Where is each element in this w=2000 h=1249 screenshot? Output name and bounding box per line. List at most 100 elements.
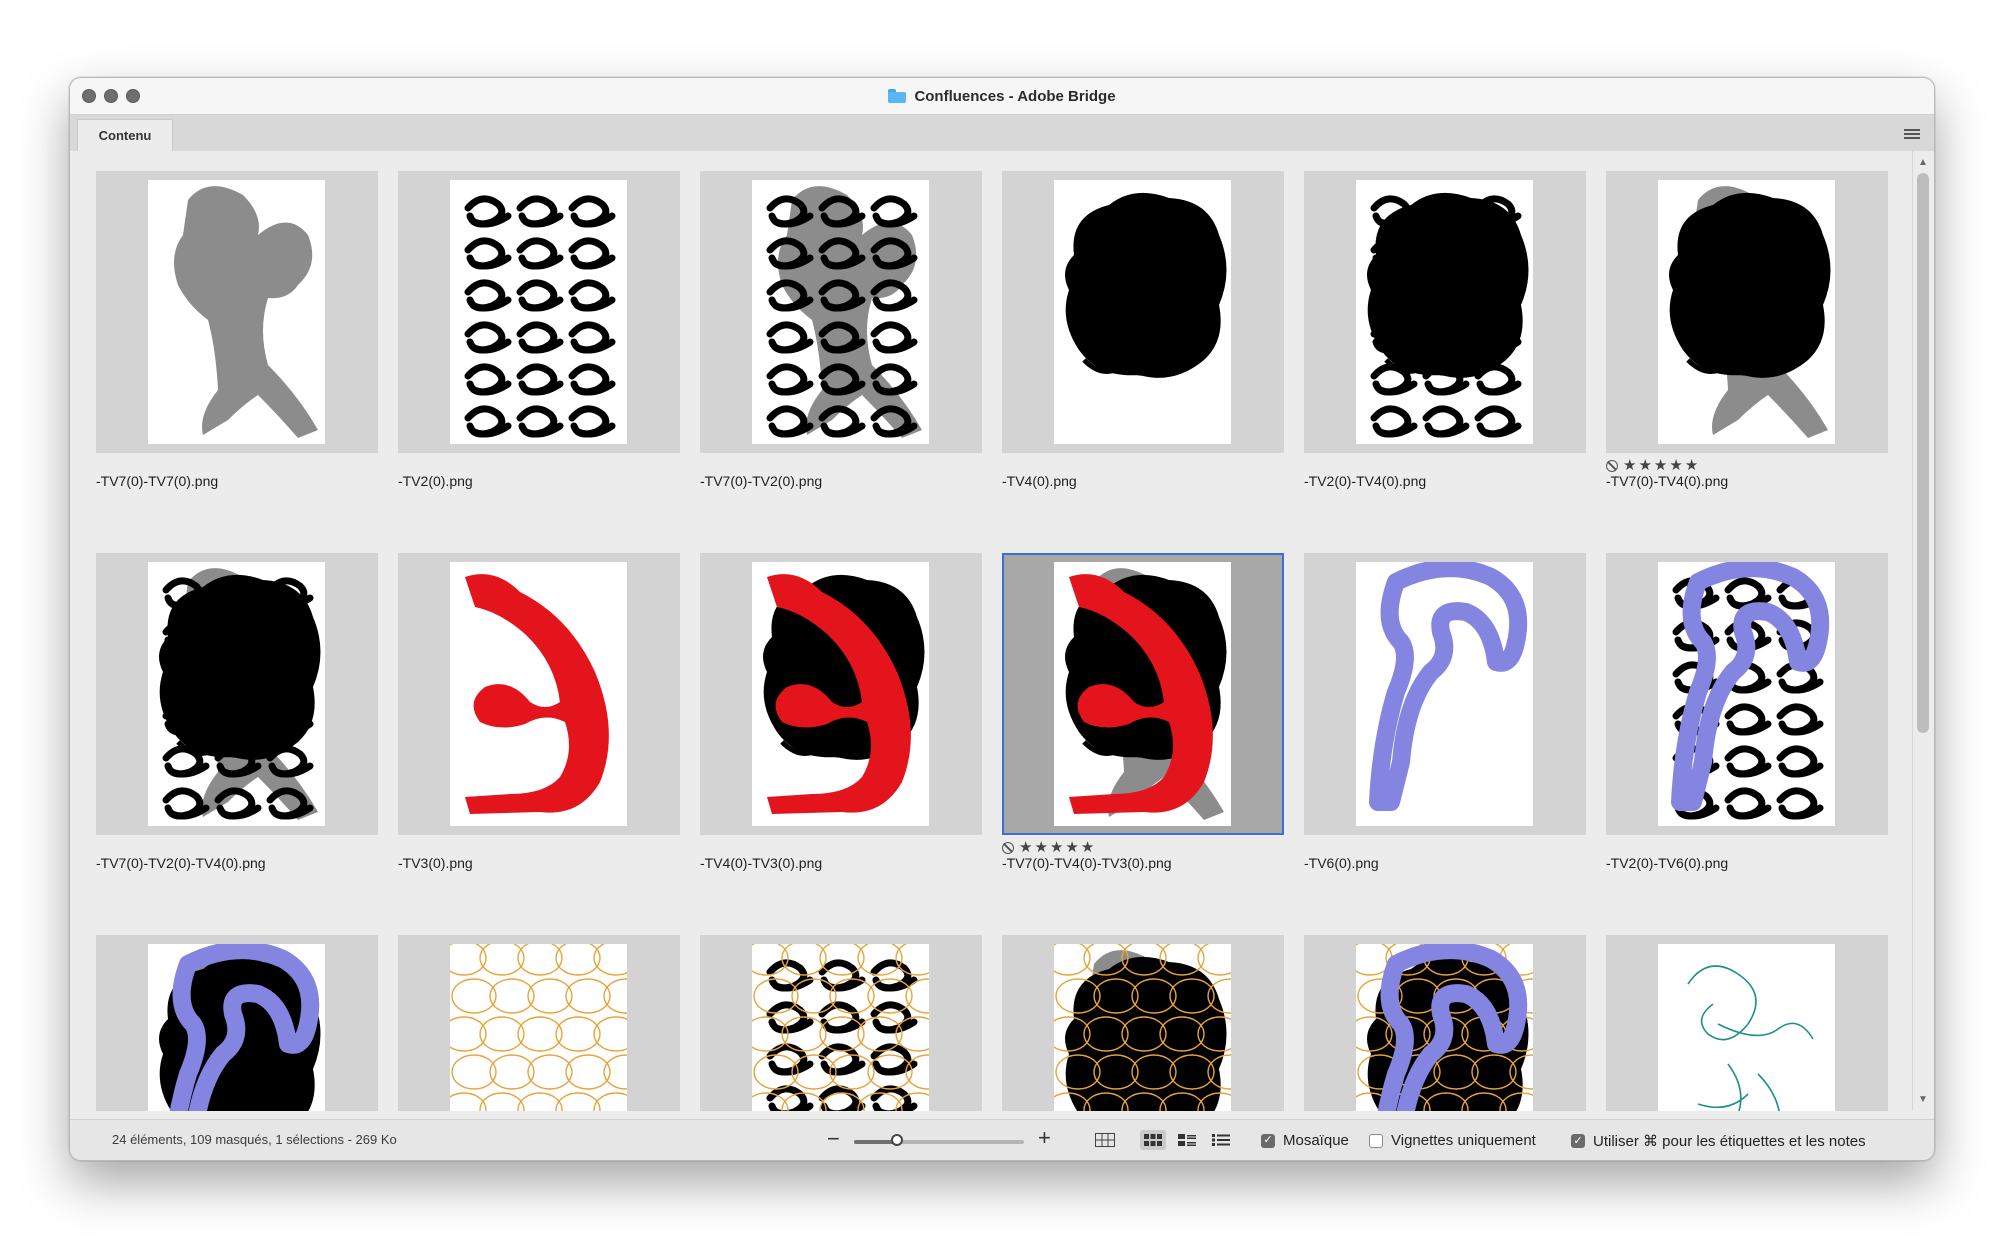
thumbnail-frame[interactable]	[96, 171, 378, 453]
scroll-thumb[interactable]	[1917, 173, 1929, 733]
star-icon[interactable]: ★	[1065, 840, 1078, 856]
thumbnail-frame[interactable]	[700, 935, 982, 1111]
thumbnail-frame[interactable]	[1002, 553, 1284, 835]
thumbnail-frame[interactable]	[1304, 171, 1586, 453]
file-name[interactable]: -TV7(0)-TV2(0)-TV4(0).png	[96, 855, 266, 871]
list-view-icon	[1212, 1134, 1230, 1146]
artwork-preview	[1356, 562, 1533, 826]
details-view-button[interactable]	[1174, 1130, 1200, 1150]
thumbnail-view-button[interactable]	[1140, 1130, 1166, 1150]
thumbnail-view-icon	[1144, 1134, 1162, 1146]
artwork-preview	[1356, 944, 1533, 1111]
panel-menu-icon[interactable]	[1904, 129, 1920, 139]
thumbnail-frame[interactable]	[96, 553, 378, 835]
details-view-icon	[1178, 1134, 1196, 1146]
content-panel: -TV7(0)-TV7(0).png -TV2(0).png -TV7(0)-TV2…	[70, 151, 1912, 1111]
zoom-slider-track[interactable]	[854, 1140, 1024, 1144]
thumbnail-frame[interactable]	[398, 553, 680, 835]
thumbnail-frame[interactable]	[1304, 553, 1586, 835]
artwork-preview	[1054, 944, 1231, 1111]
thumbnail-frame[interactable]	[398, 935, 680, 1111]
thumbnail-frame[interactable]	[1002, 935, 1284, 1111]
star-icon[interactable]: ★	[1669, 458, 1682, 474]
file-name[interactable]: -TV6(0).png	[1304, 855, 1379, 871]
file-name[interactable]: -TV7(0)-TV4(0)-TV3(0).png	[1002, 855, 1172, 871]
artwork-preview	[1658, 944, 1835, 1111]
file-name[interactable]: -TV3(0).png	[398, 855, 473, 871]
zoom-out-button[interactable]: −	[827, 1126, 840, 1152]
tab-contenu[interactable]: Contenu	[77, 119, 173, 151]
star-icon[interactable]: ★	[1019, 840, 1032, 856]
artwork-preview	[450, 180, 627, 444]
artwork-preview	[450, 562, 627, 826]
reject-icon[interactable]	[1606, 460, 1618, 472]
bridge-window: Confluences - Adobe Bridge Contenu -TV7(…	[69, 77, 1935, 1161]
thumbnail-frame[interactable]	[96, 935, 378, 1111]
file-name[interactable]: -TV7(0)-TV4(0).png	[1606, 473, 1728, 489]
zoom-in-button[interactable]: +	[1038, 1125, 1051, 1151]
rating-stars[interactable]: ★ ★ ★ ★ ★	[1002, 840, 1094, 856]
artwork-preview	[752, 180, 929, 444]
artwork-preview	[148, 562, 325, 826]
artwork-preview	[1356, 180, 1533, 444]
artwork-preview	[1054, 562, 1231, 826]
thumbs-only-checkbox[interactable]	[1369, 1133, 1383, 1148]
grid-lock-button[interactable]	[1092, 1130, 1118, 1150]
mosaic-option[interactable]: ✓ Mosaïque	[1261, 1132, 1349, 1149]
scroll-down-arrow-icon[interactable]: ▼	[1918, 1094, 1928, 1105]
star-icon[interactable]: ★	[1034, 840, 1047, 856]
use-cmd-checkbox[interactable]: ✓	[1571, 1134, 1585, 1148]
file-name[interactable]: -TV2(0)-TV4(0).png	[1304, 473, 1426, 489]
mosaic-checkbox[interactable]: ✓	[1261, 1133, 1275, 1148]
star-icon[interactable]: ★	[1638, 458, 1651, 474]
thumbnail-frame[interactable]	[1606, 553, 1888, 835]
title-bar: Confluences - Adobe Bridge	[70, 78, 1934, 115]
artwork-image	[1065, 568, 1227, 820]
folder-icon	[888, 89, 907, 103]
thumbnail-frame[interactable]	[700, 171, 982, 453]
list-view-button[interactable]	[1208, 1130, 1234, 1150]
artwork-preview	[148, 180, 325, 444]
artwork-image	[1687, 965, 1814, 1111]
star-icon[interactable]: ★	[1623, 458, 1636, 474]
artwork-image	[465, 574, 609, 814]
file-name[interactable]: -TV2(0).png	[398, 473, 473, 489]
thumbs-only-option[interactable]: Vignettes uniquement	[1369, 1132, 1536, 1149]
scroll-up-arrow-icon[interactable]: ▲	[1918, 157, 1928, 168]
vertical-scrollbar[interactable]: ▲ ▼	[1912, 151, 1934, 1111]
star-icon[interactable]: ★	[1685, 458, 1698, 474]
artwork-image	[752, 944, 929, 1111]
status-text: 24 éléments, 109 masqués, 1 sélections -…	[112, 1132, 397, 1147]
star-icon[interactable]: ★	[1081, 840, 1094, 856]
zoom-slider-handle[interactable]	[890, 1134, 903, 1146]
artwork-preview	[1054, 180, 1231, 444]
artwork-preview	[148, 944, 325, 1111]
file-name[interactable]: -TV2(0)-TV6(0).png	[1606, 855, 1728, 871]
artwork-image	[1669, 186, 1831, 438]
artwork-image	[1369, 562, 1528, 811]
grid-lock-icon	[1095, 1133, 1115, 1147]
rating-stars[interactable]: ★ ★ ★ ★ ★	[1606, 458, 1698, 474]
thumbnail-frame[interactable]	[700, 553, 982, 835]
thumbnail-frame[interactable]	[1606, 935, 1888, 1111]
star-icon[interactable]: ★	[1654, 458, 1667, 474]
reject-icon[interactable]	[1002, 842, 1014, 854]
use-cmd-option[interactable]: ✓ Utiliser ⌘ pour les étiquettes et les …	[1571, 1132, 1866, 1150]
star-icon[interactable]: ★	[1050, 840, 1063, 856]
thumbnail-frame[interactable]	[1002, 171, 1284, 453]
artwork-image	[766, 186, 922, 438]
thumbnail-frame[interactable]	[1304, 935, 1586, 1111]
artwork-image	[464, 195, 616, 438]
file-name[interactable]: -TV4(0)-TV3(0).png	[700, 855, 822, 871]
thumbnail-frame[interactable]	[1606, 171, 1888, 453]
file-name[interactable]: -TV7(0)-TV2(0).png	[700, 473, 822, 489]
file-name[interactable]: -TV7(0)-TV7(0).png	[96, 473, 218, 489]
artwork-image	[1054, 944, 1231, 1111]
thumbnail-frame[interactable]	[398, 171, 680, 453]
status-bar: 24 éléments, 109 masqués, 1 sélections -…	[70, 1119, 1934, 1160]
artwork-image	[159, 944, 321, 1111]
file-name[interactable]: -TV4(0).png	[1002, 473, 1077, 489]
artwork-image	[763, 574, 925, 814]
artwork-image	[1356, 944, 1533, 1111]
panel-tab-bar: Contenu	[70, 115, 1934, 152]
